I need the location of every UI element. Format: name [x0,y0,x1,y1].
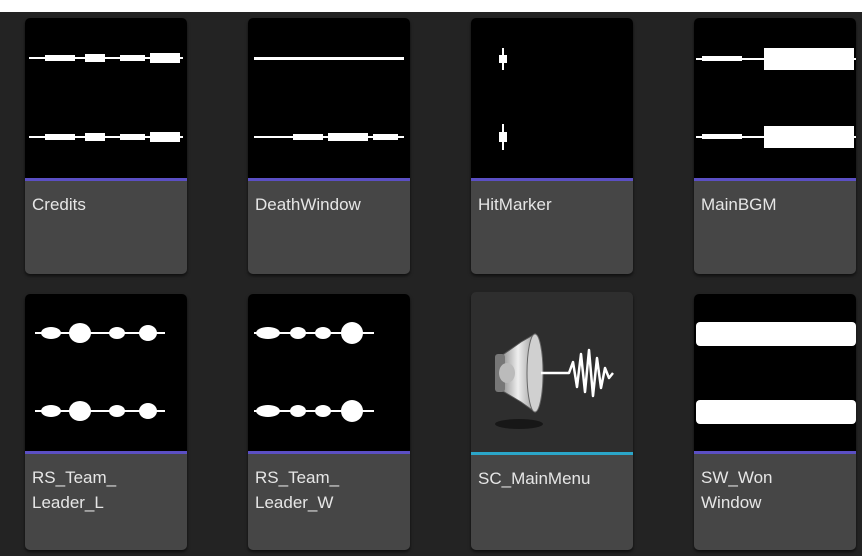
label-area: HitMarker [471,181,633,274]
asset-tile-mainbgm[interactable]: MainBGM [694,18,856,274]
label-area: SW_Won Window [694,454,856,550]
asset-tile-rs-team-leader-w[interactable]: RS_Team_ Leader_W [248,294,410,550]
asset-label: SW_Won Window [701,468,773,512]
waveform-icon [29,53,183,142]
waveform-thumbnail [248,294,410,451]
label-area: Credits [25,181,187,274]
label-area: DeathWindow [248,181,410,274]
waveform-icon [696,48,856,148]
asset-label: Credits [32,195,86,214]
asset-tile-rs-team-leader-l[interactable]: RS_Team_ Leader_L [25,294,187,550]
waveform-icon [696,322,856,424]
waveform-icon [35,323,165,421]
label-area: SC_MainMenu [471,455,633,550]
waveform-thumbnail [25,18,187,178]
asset-label: RS_Team_ Leader_L [32,468,117,512]
asset-tile-sw-won-window[interactable]: SW_Won Window [694,294,856,550]
asset-label: MainBGM [701,195,777,214]
asset-tile-credits[interactable]: Credits [25,18,187,274]
waveform-thumbnail [25,294,187,451]
asset-tile-hitmarker[interactable]: HitMarker [471,18,633,274]
waveform-thumbnail [471,18,633,178]
waveform-thumbnail [694,294,856,451]
waveform-icon [499,48,507,150]
waveform-thumbnail [694,18,856,178]
asset-grid: Credits DeathWindow HitMarker MainBGM RS… [0,0,862,556]
asset-tile-deathwindow[interactable]: DeathWindow [248,18,410,274]
asset-label: RS_Team_ Leader_W [255,468,340,512]
asset-label: SC_MainMenu [478,469,591,488]
sound-cue-thumbnail [471,292,633,452]
asset-label: DeathWindow [255,195,361,214]
waveform-thumbnail [248,18,410,178]
label-area: RS_Team_ Leader_L [25,454,187,550]
label-area: RS_Team_ Leader_W [248,454,410,550]
speaker-icon [495,333,614,429]
asset-tile-sc-mainmenu[interactable]: SC_MainMenu [471,292,633,550]
waveform-icon [254,57,404,141]
waveform-icon [254,322,374,422]
label-area: MainBGM [694,181,856,274]
asset-label: HitMarker [478,195,552,214]
